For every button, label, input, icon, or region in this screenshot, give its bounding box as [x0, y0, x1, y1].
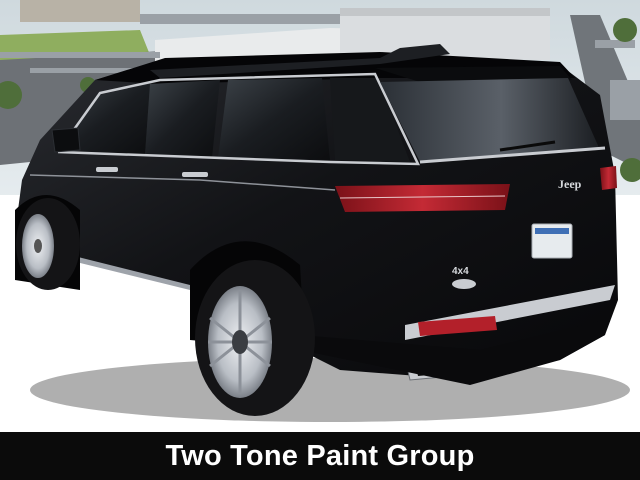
front-wheel	[16, 198, 80, 290]
vehicle-photo: Jeep 4x4	[0, 0, 640, 432]
taillight-right	[600, 166, 617, 190]
brand-badge: Jeep	[558, 177, 582, 191]
caption-text: Two Tone Paint Group	[165, 439, 475, 472]
ground-shadow	[30, 358, 630, 422]
caption-bar: Two Tone Paint Group	[0, 432, 640, 480]
rear-wheel	[195, 260, 315, 416]
side-mirror	[51, 127, 81, 153]
drivetrain-badge: 4x4	[452, 266, 469, 277]
product-photo-frame: Jeep 4x4 Two Tone Paint Group	[0, 0, 640, 480]
model-badge-icon	[452, 279, 476, 289]
